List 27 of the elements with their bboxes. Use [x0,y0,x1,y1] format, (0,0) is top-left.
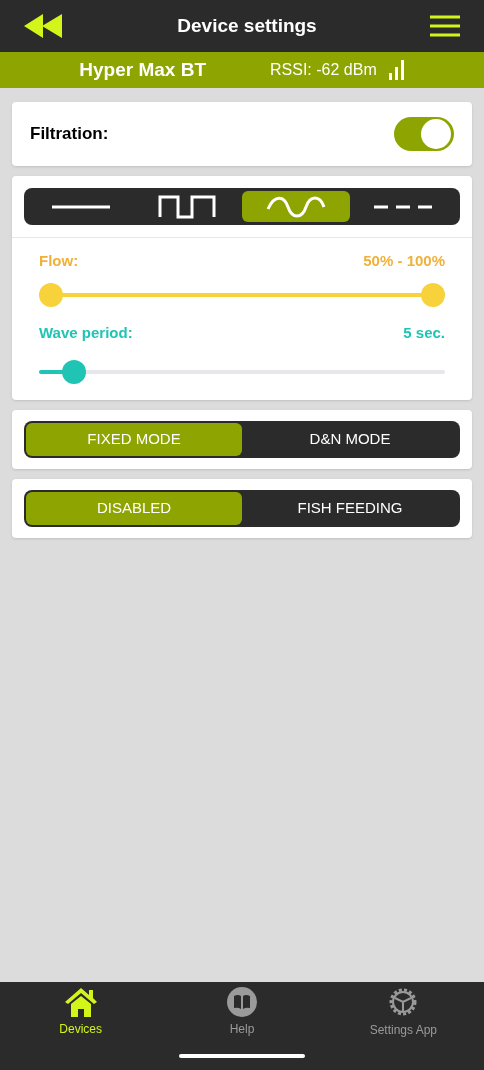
nav-tab[interactable]: Devices [0,982,162,1042]
mode-option[interactable]: DISABLED [26,492,242,525]
square-wave-icon [158,194,219,219]
slider-thumb[interactable] [421,282,445,307]
book-icon [226,986,258,1018]
mode-option[interactable]: FISH FEEDING [242,492,458,525]
mode-option[interactable]: D&N MODE [242,423,458,456]
filtration-label: Filtration: [30,123,109,146]
wave-period-label: Wave period: [39,322,133,343]
sine-wave-icon [265,194,326,219]
menu-icon[interactable] [430,15,460,37]
mode-option[interactable]: FIXED MODE [26,423,242,456]
line-icon [51,203,110,210]
slider-thumb[interactable] [61,360,86,384]
rssi-reading: RSSI: -62 dBm [270,60,377,80]
flow-reading: 50% - 100% [363,251,445,271]
slider-thumb[interactable] [39,282,63,307]
nav-tab[interactable]: Help [161,982,323,1042]
signal-icon [388,60,405,80]
nav-tab[interactable]: Settings App [322,982,484,1042]
filtration-switch[interactable] [394,117,454,151]
dashed-line-icon [374,203,433,210]
screen-title: Device settings [177,13,317,38]
device-name: Hyper Max BT [79,57,206,82]
wave-period-reading: 5 sec. [403,322,445,343]
back-icon[interactable] [24,14,64,38]
flow-label: Flow: [39,251,79,271]
